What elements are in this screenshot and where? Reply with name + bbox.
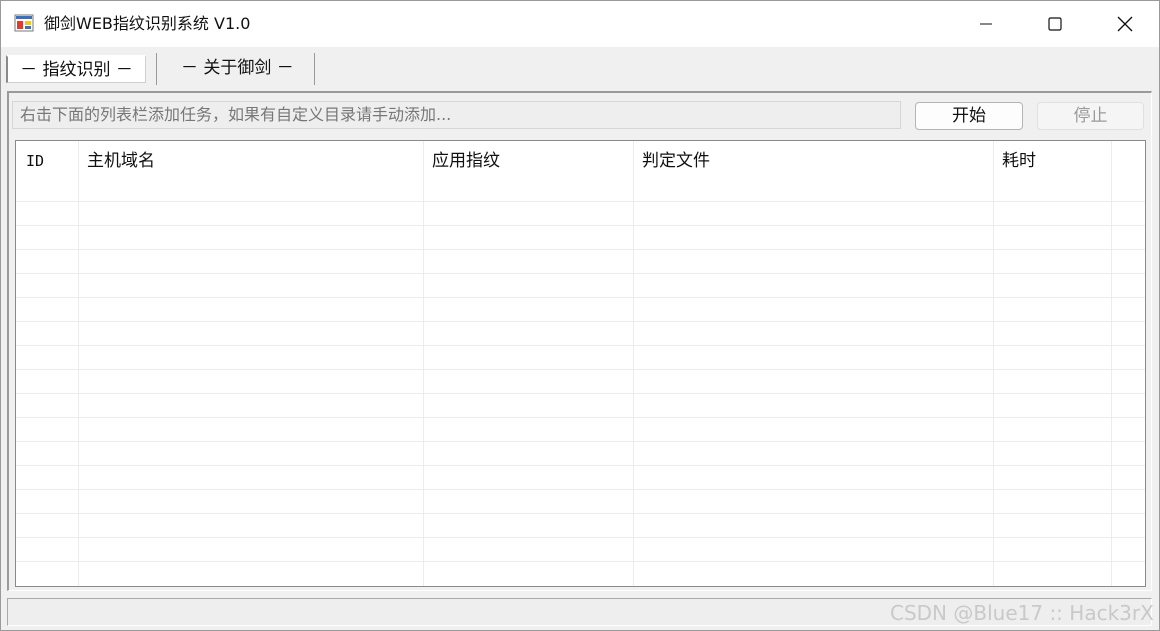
grid-row-line xyxy=(16,465,1145,466)
tab-separator xyxy=(314,53,315,85)
stop-button[interactable]: 停止 xyxy=(1037,102,1144,130)
app-window-icon xyxy=(14,14,34,32)
grid-row-line xyxy=(16,225,1145,226)
column-divider xyxy=(423,141,424,586)
app-window: 御剑WEB指纹识别系统 V1.0 － 指纹识别 － － 关于御剑 － 右击下面的… xyxy=(0,0,1160,631)
column-header-id[interactable]: ID xyxy=(16,141,79,183)
maximize-button[interactable] xyxy=(1020,1,1090,47)
grid-row-line xyxy=(16,417,1145,418)
list-header: ID 主机域名 应用指纹 判定文件 耗时 xyxy=(16,141,1145,183)
tab-about[interactable]: － 关于御剑 － xyxy=(181,53,294,83)
grid-row-line xyxy=(16,297,1145,298)
column-header-fingerprint[interactable]: 应用指纹 xyxy=(424,141,634,183)
task-hint-field[interactable]: 右击下面的列表栏添加任务，如果有自定义目录请手动添加... xyxy=(12,101,901,129)
column-divider xyxy=(993,141,994,586)
column-divider xyxy=(1111,141,1112,586)
watermark-text: CSDN @Blue17 :: Hack3rX xyxy=(890,601,1154,625)
grid-row-line xyxy=(16,321,1145,322)
grid-row-line xyxy=(16,369,1145,370)
grid-row-line xyxy=(16,249,1145,250)
grid-row-line xyxy=(16,393,1145,394)
tab-bar: － 指纹识别 － － 关于御剑 － xyxy=(1,47,1159,87)
title-bar[interactable]: 御剑WEB指纹识别系统 V1.0 xyxy=(1,1,1159,47)
minimize-button[interactable] xyxy=(951,1,1021,47)
column-header-time[interactable]: 耗时 xyxy=(994,141,1112,183)
grid-row-line xyxy=(16,441,1145,442)
grid-row-line xyxy=(16,345,1145,346)
minimize-icon xyxy=(980,23,992,25)
grid-row-line xyxy=(16,561,1145,562)
column-header-file[interactable]: 判定文件 xyxy=(634,141,994,183)
column-divider xyxy=(78,141,79,586)
tab-fingerprint-recognition[interactable]: － 指纹识别 － xyxy=(6,55,146,83)
grid-row-line xyxy=(16,513,1145,514)
column-divider xyxy=(633,141,634,586)
window-title: 御剑WEB指纹识别系统 V1.0 xyxy=(44,14,251,33)
maximize-icon xyxy=(1048,17,1062,31)
grid-row-line xyxy=(16,537,1145,538)
close-icon xyxy=(1117,16,1133,32)
close-button[interactable] xyxy=(1090,1,1159,47)
grid-row-line xyxy=(16,273,1145,274)
start-button[interactable]: 开始 xyxy=(915,102,1023,130)
grid-row-line xyxy=(16,489,1145,490)
task-list-view[interactable]: ID 主机域名 应用指纹 判定文件 耗时 xyxy=(15,140,1146,587)
column-header-host[interactable]: 主机域名 xyxy=(79,141,424,183)
grid-row-line xyxy=(16,201,1145,202)
tab-separator xyxy=(156,53,157,85)
